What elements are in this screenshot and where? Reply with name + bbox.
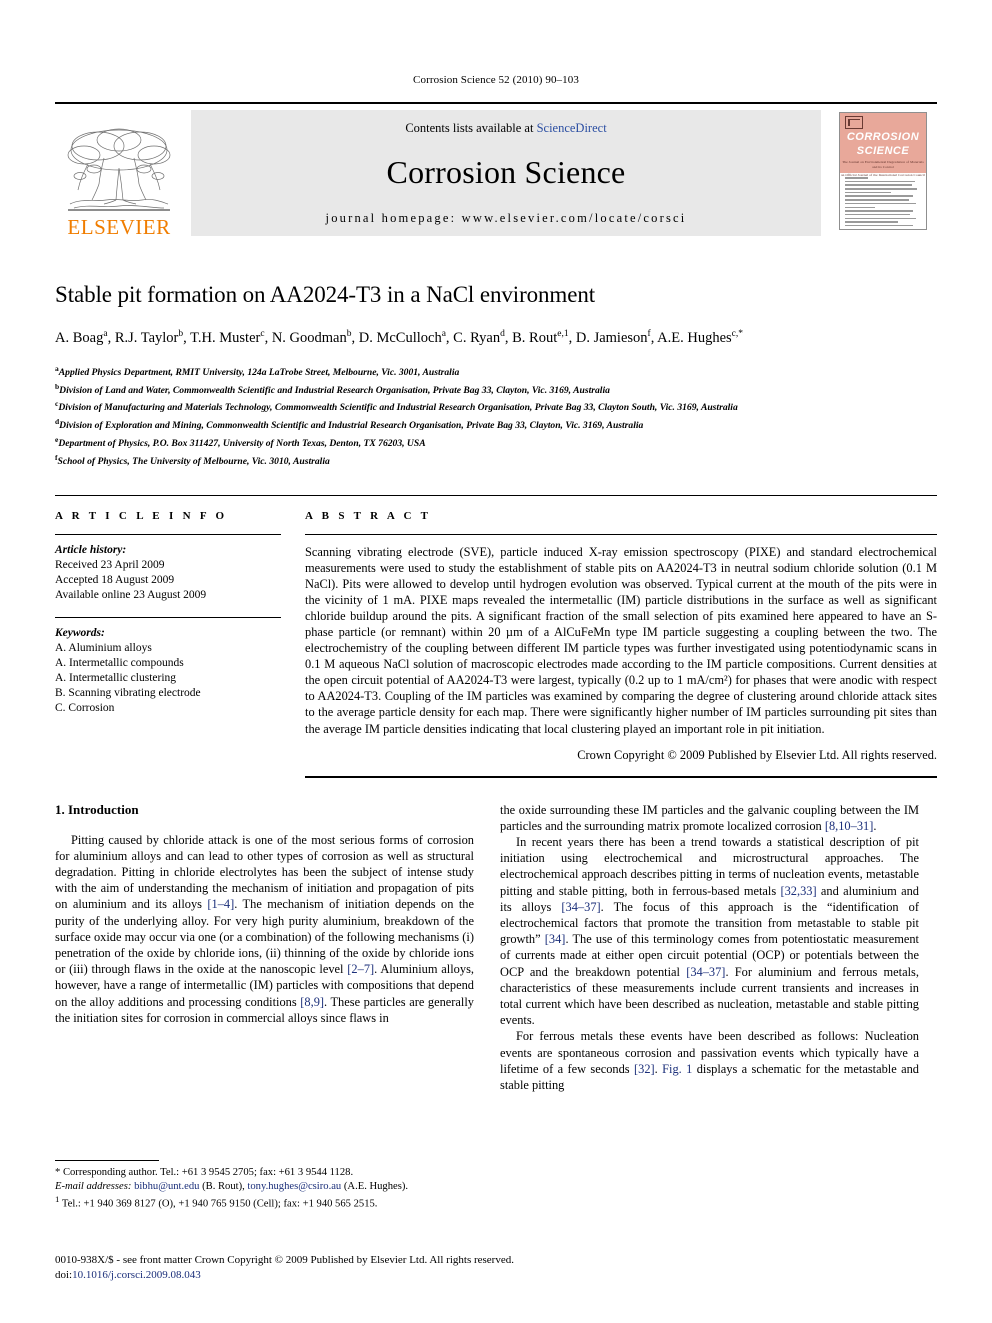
email-link-hughes[interactable]: tony.hughes@csiro.au bbox=[247, 1181, 341, 1192]
elsevier-logo: ELSEVIER bbox=[55, 104, 183, 238]
doi-label: doi: bbox=[55, 1268, 73, 1281]
article-info-heading: A R T I C L E I N F O bbox=[55, 509, 228, 522]
footnote-block: * Corresponding author. Tel.: +61 3 9545… bbox=[55, 1160, 474, 1211]
elsevier-tree-icon bbox=[67, 128, 171, 211]
history-available: Available online 23 August 2009 bbox=[55, 588, 207, 601]
keyword-item: A. Intermetallic clustering bbox=[55, 671, 177, 684]
cover-title-line1: CORROSION bbox=[846, 131, 920, 143]
keyword-item: B. Scanning vibrating electrode bbox=[55, 686, 201, 699]
footnote-corresponding-author: * Corresponding author. Tel.: +61 3 9545… bbox=[55, 1167, 354, 1178]
cover-official-line: an Official Journal of the International… bbox=[841, 173, 925, 177]
cover-title-line2: SCIENCE bbox=[856, 145, 910, 157]
history-received: Received 23 April 2009 bbox=[55, 558, 165, 571]
affiliation-f: fSchool of Physics, The University of Me… bbox=[55, 452, 330, 467]
email-owner-hughes: (A.E. Hughes). bbox=[343, 1180, 409, 1192]
article-history-label: Article history: bbox=[55, 543, 127, 556]
doi-value[interactable]: 10.1016/j.corsci.2009.08.043 bbox=[72, 1269, 201, 1281]
sciencedirect-link[interactable]: ScienceDirect bbox=[537, 121, 607, 135]
journal-article-page: Corrosion Science 52 (2010) 90–103 ELSEV… bbox=[0, 0, 992, 1323]
contents-available-line: Contents lists available at ScienceDirec… bbox=[405, 121, 606, 136]
keyword-item: A. Aluminium alloys bbox=[55, 641, 152, 654]
issn-copyright-block: 0010-938X/$ - see front matter Crown Cop… bbox=[55, 1253, 515, 1282]
article-info-column: A R T I C L E I N F O Article history: R… bbox=[55, 510, 303, 778]
affiliation-list: aApplied Physics Department, RMIT Univer… bbox=[55, 362, 937, 469]
article-history-group: Article history: Received 23 April 2009 … bbox=[55, 535, 281, 603]
issn-line: 0010-938X/$ - see front matter Crown Cop… bbox=[55, 1254, 514, 1266]
keywords-group: Keywords: A. Aluminium alloys A. Interme… bbox=[55, 618, 281, 716]
journal-masthead: ELSEVIER Contents lists available at Sci… bbox=[55, 102, 937, 238]
title-block: Stable pit formation on AA2024-T3 in a N… bbox=[55, 238, 937, 469]
intro-paragraph-1: Pitting caused by chloride attack is one… bbox=[55, 832, 474, 1025]
keyword-item: A. Intermetallic compounds bbox=[55, 656, 184, 669]
email-label: E-mail addresses: bbox=[55, 1180, 132, 1192]
page-title: Stable pit formation on AA2024-T3 in a N… bbox=[55, 282, 596, 307]
footnote-email-addresses: E-mail addresses: bibhu@unt.edu (B. Rout… bbox=[55, 1180, 474, 1194]
journal-homepage[interactable]: journal homepage: www.elsevier.com/locat… bbox=[326, 211, 687, 226]
elsevier-badge-icon bbox=[845, 116, 863, 129]
body-column-right: the oxide surrounding these IM particles… bbox=[500, 802, 919, 1094]
journal-cover-thumbnail: CORROSION SCIENCE The Journal on Environ… bbox=[829, 104, 937, 238]
intro-paragraph-2: the oxide surrounding these IM particles… bbox=[500, 802, 919, 833]
author-list: A. Boaga, R.J. Taylorb, T.H. Musterc, N.… bbox=[55, 329, 744, 346]
footnote-divider bbox=[55, 1160, 159, 1161]
body-columns: 1. Introduction Pitting caused by chlori… bbox=[55, 802, 937, 1094]
affiliation-c: cDivision of Manufacturing and Materials… bbox=[55, 399, 738, 414]
cover-image: CORROSION SCIENCE The Journal on Environ… bbox=[839, 112, 927, 230]
intro-paragraph-3: In recent years there has been a trend t… bbox=[500, 835, 920, 1028]
elsevier-wordmark: ELSEVIER bbox=[67, 215, 171, 239]
abstract-heading: A B S T R A C T bbox=[305, 509, 432, 522]
abstract-text: Scanning vibrating electrode (SVE), part… bbox=[305, 544, 937, 736]
running-head: Corrosion Science 52 (2010) 90–103 bbox=[413, 74, 579, 86]
doi-line: doi:10.1016/j.corsci.2009.08.043 bbox=[55, 1268, 515, 1283]
abstract-bottom-rule bbox=[305, 775, 937, 778]
cover-subtitle: The Journal on Environmental Degradation… bbox=[842, 160, 924, 169]
affiliation-b: bDivision of Land and Water, Commonwealt… bbox=[55, 381, 610, 396]
footnote-note-1: 1 Tel.: +1 940 369 8127 (O), +1 940 765 … bbox=[55, 1194, 378, 1210]
abstract-copyright: Crown Copyright © 2009 Published by Else… bbox=[577, 747, 937, 762]
contents-prefix: Contents lists available at bbox=[405, 120, 537, 135]
affiliation-e: eDepartment of Physics, P.O. Box 311427,… bbox=[55, 434, 426, 450]
affiliation-d: dDivision of Exploration and Mining, Com… bbox=[55, 417, 644, 432]
abstract-column: A B S T R A C T Scanning vibrating elect… bbox=[303, 510, 937, 778]
cover-contents-lines bbox=[840, 173, 926, 229]
info-abstract-section: A R T I C L E I N F O Article history: R… bbox=[55, 494, 937, 778]
keywords-label: Keywords: bbox=[55, 626, 105, 639]
intro-paragraph-4: For ferrous metals these events have bee… bbox=[500, 1029, 920, 1093]
section-heading-introduction: 1. Introduction bbox=[55, 801, 139, 817]
body-column-left: 1. Introduction Pitting caused by chlori… bbox=[55, 802, 474, 1094]
email-link-rout[interactable]: bibhu@unt.edu bbox=[134, 1181, 199, 1192]
history-accepted: Accepted 18 August 2009 bbox=[55, 573, 175, 586]
email-owner-rout: (B. Rout), bbox=[202, 1180, 245, 1192]
affiliation-a: aApplied Physics Department, RMIT Univer… bbox=[55, 363, 460, 379]
journal-title: Corrosion Science bbox=[386, 153, 626, 190]
keyword-item: C. Corrosion bbox=[55, 701, 115, 714]
masthead-center-panel: Contents lists available at ScienceDirec… bbox=[191, 110, 821, 236]
cover-header-band: CORROSION SCIENCE The Journal on Environ… bbox=[840, 113, 926, 177]
